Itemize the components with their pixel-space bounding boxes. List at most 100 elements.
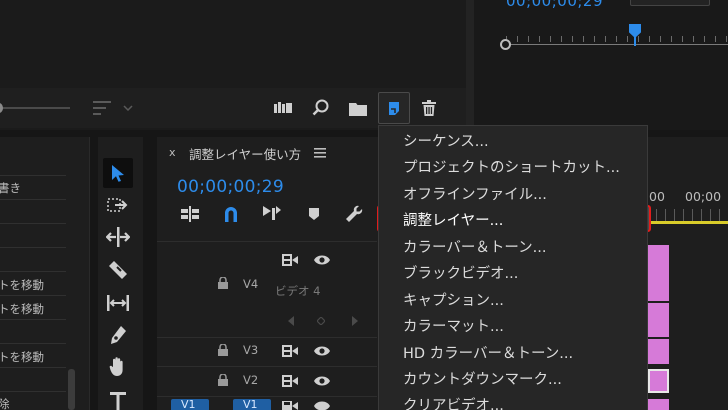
history-panel: 書き トを移動 トを移動 トを移動 除 — [0, 137, 90, 410]
sync-lock-icon[interactable] — [281, 343, 299, 359]
menu-item-hd-bars-and-tone[interactable]: HD カラーバー＆トーン... — [403, 342, 573, 363]
lock-icon[interactable] — [216, 342, 230, 358]
close-tab-icon[interactable]: x — [169, 146, 176, 159]
track-header-divider — [157, 241, 377, 242]
list-divider — [0, 247, 66, 248]
keyframe-add-icon[interactable] — [315, 315, 327, 327]
sync-lock-icon[interactable] — [281, 373, 299, 389]
eye-icon[interactable] — [311, 373, 333, 389]
hand-tool-icon[interactable] — [104, 353, 132, 381]
zoom-slider-handle[interactable] — [0, 103, 3, 113]
selection-tool-icon[interactable] — [103, 158, 133, 188]
list-divider — [0, 343, 66, 344]
type-tool-icon[interactable] — [104, 387, 132, 410]
timeline-ruler-label: 00 — [649, 189, 665, 204]
track-caption-v4: ビデオ 4 — [275, 284, 321, 298]
list-divider — [0, 319, 66, 320]
clip-v4-lower[interactable] — [648, 303, 669, 337]
track-name-v1: V1 — [243, 398, 258, 410]
nest-icon[interactable] — [179, 204, 201, 224]
new-bin-icon[interactable] — [346, 97, 370, 119]
clip-v1[interactable] — [648, 399, 669, 410]
work-area-bar[interactable] — [647, 221, 728, 224]
track-target-v1[interactable]: V1 — [233, 398, 271, 410]
list-item[interactable]: トを移動 — [0, 301, 44, 317]
eye-icon[interactable] — [311, 252, 333, 268]
trash-icon[interactable] — [418, 97, 440, 119]
chevron-down-icon[interactable] — [121, 100, 135, 116]
keyframe-next-icon[interactable] — [349, 314, 361, 328]
zoom-slider[interactable] — [0, 107, 70, 109]
list-divider — [0, 271, 66, 272]
menu-item-bars-and-tone[interactable]: カラーバー＆トーン... — [403, 236, 546, 257]
list-divider — [0, 391, 66, 392]
list-divider — [0, 175, 66, 176]
list-item[interactable]: トを移動 — [0, 277, 44, 293]
scrubber-ticks — [506, 36, 728, 42]
menu-item-sequence[interactable]: シーケンス... — [403, 130, 489, 151]
program-monitor: 00;00;00;29 — [474, 0, 728, 130]
panel-divider[interactable] — [143, 137, 157, 410]
source-patch-v1[interactable]: V1 — [171, 398, 209, 410]
clip-v2[interactable] — [648, 369, 669, 393]
menu-item-transparent-video[interactable]: クリアビデオ... — [403, 394, 504, 410]
list-divider — [0, 367, 66, 368]
panel-divider[interactable] — [90, 137, 98, 410]
program-timecode: 00;00;00;29 — [506, 0, 604, 10]
menu-item-offline-file[interactable]: オフラインファイル... — [403, 183, 547, 204]
ripple-edit-tool-icon[interactable] — [104, 223, 132, 251]
razor-tool-icon[interactable] — [104, 256, 132, 284]
tab-sequence[interactable]: 調整レイヤー使い方 — [189, 144, 301, 163]
new-item-menu: シーケンス... プロジェクトのショートカット... オフラインファイル... … — [378, 125, 648, 410]
menu-item-project-shortcut[interactable]: プロジェクトのショートカット... — [403, 156, 620, 177]
new-item-button[interactable] — [378, 92, 410, 124]
freeform-view-icon[interactable] — [272, 98, 296, 118]
track-name-v2: V2 — [243, 373, 259, 387]
menu-item-color-matte[interactable]: カラーマット... — [403, 315, 504, 336]
pen-tool-icon[interactable] — [104, 321, 132, 349]
lock-icon[interactable] — [216, 275, 230, 291]
menu-item-adjustment-layer[interactable]: 調整レイヤー... — [403, 209, 503, 230]
sort-icon[interactable] — [92, 98, 114, 118]
sync-lock-icon[interactable] — [281, 401, 299, 410]
menu-item-countdown-leader[interactable]: カウントダウンマーク... — [403, 368, 562, 389]
track-header-divider — [157, 396, 377, 397]
sync-lock-icon[interactable] — [281, 252, 299, 268]
list-divider — [0, 223, 66, 224]
menu-item-captions[interactable]: キャプション... — [403, 289, 504, 310]
timeline-timecode[interactable]: 00;00;00;29 — [177, 177, 284, 197]
tools-panel — [98, 137, 143, 410]
program-scrubber[interactable] — [500, 24, 728, 50]
track-header-divider — [157, 337, 377, 338]
clip-v3[interactable] — [648, 339, 669, 364]
list-item[interactable]: 除 — [0, 396, 10, 410]
lock-icon[interactable] — [216, 372, 230, 388]
eye-icon[interactable] — [311, 401, 333, 410]
panel-menu-icon[interactable] — [313, 147, 327, 159]
search-icon[interactable] — [310, 97, 332, 119]
keyframe-prev-icon[interactable] — [285, 314, 297, 328]
menu-item-black-video[interactable]: ブラックビデオ... — [403, 262, 518, 283]
list-item[interactable]: トを移動 — [0, 349, 44, 365]
add-marker-icon[interactable] — [305, 205, 323, 223]
wrench-icon[interactable] — [343, 203, 365, 225]
program-zoom-dropdown[interactable] — [630, 0, 710, 6]
track-select-tool-icon[interactable] — [104, 191, 132, 219]
panel-divider[interactable] — [466, 0, 474, 130]
clip-v4[interactable] — [648, 245, 669, 301]
track-name-v3: V3 — [243, 343, 259, 357]
project-toolbar — [0, 88, 466, 128]
list-divider — [0, 199, 66, 200]
linked-selection-icon[interactable] — [261, 203, 283, 225]
source-patch-label: V1 — [181, 398, 196, 410]
slip-tool-icon[interactable] — [104, 289, 132, 317]
list-item[interactable]: 書き — [0, 180, 21, 196]
track-header-divider — [157, 366, 377, 367]
eye-icon[interactable] — [311, 343, 333, 359]
snap-icon[interactable] — [220, 203, 242, 225]
history-scrollbar[interactable] — [68, 369, 75, 410]
timeline-ruler-label: 00;00 — [685, 189, 722, 204]
track-name-v4: V4 — [243, 277, 259, 291]
scrubber-in-handle[interactable] — [500, 39, 511, 50]
list-divider — [0, 295, 66, 296]
